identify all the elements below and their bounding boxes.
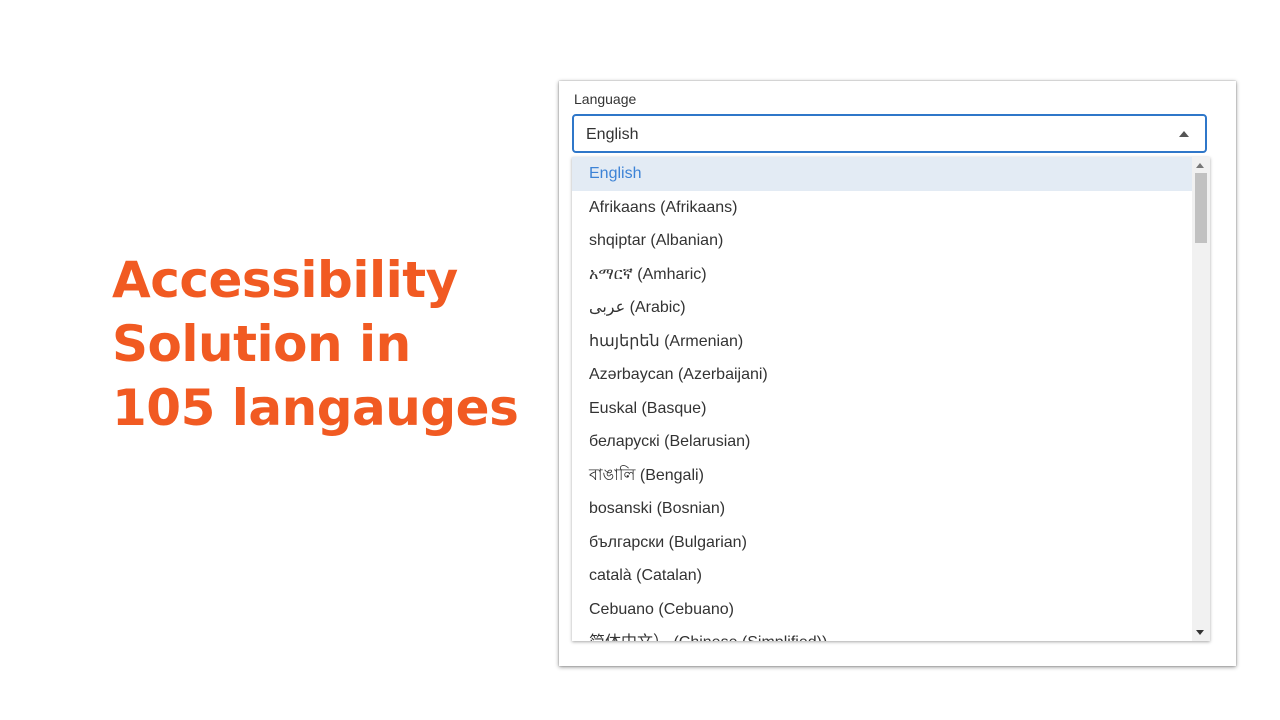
language-option[interactable]: Cebuano (Cebuano) bbox=[572, 593, 1192, 627]
language-option[interactable]: български (Bulgarian) bbox=[572, 526, 1192, 560]
language-option[interactable]: English bbox=[572, 157, 1192, 191]
slide: Accessibility Solution in 105 langauges … bbox=[0, 0, 1280, 720]
language-select[interactable]: English bbox=[572, 114, 1207, 153]
language-option[interactable]: català (Catalan) bbox=[572, 559, 1192, 593]
language-options-list: English Afrikaans (Afrikaans) shqiptar (… bbox=[572, 157, 1192, 641]
language-option[interactable]: Euskal (Basque) bbox=[572, 392, 1192, 426]
language-dropdown: English Afrikaans (Afrikaans) shqiptar (… bbox=[572, 157, 1210, 641]
headline-line-3: 105 langauges bbox=[112, 376, 532, 440]
language-option[interactable]: 简体中文） (Chinese (Simplified)) bbox=[572, 626, 1192, 641]
headline-line-2: Solution in bbox=[112, 312, 532, 376]
caret-up-icon[interactable] bbox=[1179, 131, 1189, 137]
headline-line-1: Accessibility bbox=[112, 248, 532, 312]
language-option[interactable]: беларускі (Belarusian) bbox=[572, 425, 1192, 459]
scroll-down-arrow-icon[interactable] bbox=[1196, 630, 1204, 635]
language-option[interactable]: বাঙালি (Bengali) bbox=[572, 459, 1192, 493]
scroll-up-arrow-icon[interactable] bbox=[1196, 163, 1204, 168]
language-select-value: English bbox=[586, 126, 638, 144]
headline: Accessibility Solution in 105 langauges bbox=[112, 248, 532, 440]
dropdown-scrollbar[interactable] bbox=[1192, 157, 1210, 641]
language-option[interactable]: հայերեն (Armenian) bbox=[572, 325, 1192, 359]
language-option[interactable]: shqiptar (Albanian) bbox=[572, 224, 1192, 258]
language-label: Language bbox=[574, 91, 636, 107]
scroll-thumb[interactable] bbox=[1195, 173, 1207, 243]
language-option[interactable]: bosanski (Bosnian) bbox=[572, 492, 1192, 526]
language-option[interactable]: Azərbaycan (Azerbaijani) bbox=[572, 358, 1192, 392]
language-panel: Language English English Afrikaans (Afri… bbox=[559, 81, 1236, 666]
language-option[interactable]: Afrikaans (Afrikaans) bbox=[572, 191, 1192, 225]
language-option[interactable]: አማርኛ (Amharic) bbox=[572, 258, 1192, 292]
language-option[interactable]: عربى (Arabic) bbox=[572, 291, 1192, 325]
